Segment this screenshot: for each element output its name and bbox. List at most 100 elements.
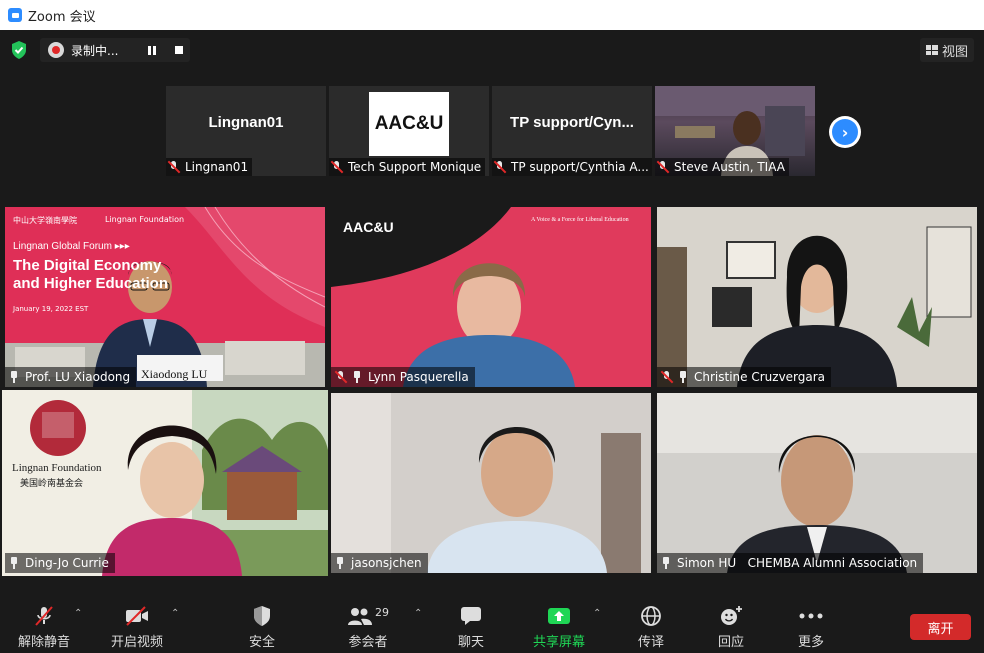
leave-button[interactable]: 离开 xyxy=(910,614,971,640)
strip-tile-name: Tech Support Monique xyxy=(329,158,486,176)
participant-name: Simon HU CHEMBA Alumni Association xyxy=(677,556,918,570)
pin-icon xyxy=(9,371,19,383)
pin-icon xyxy=(9,557,19,569)
participant-name: TP support/Cynthia A... xyxy=(511,160,649,174)
nameplate: Xiaodong LU xyxy=(141,367,208,381)
muted-mic-icon xyxy=(494,161,506,173)
strip-tile-name: TP support/Cynthia A... xyxy=(492,158,652,176)
slide-header-left: 中山大学嶺南學院 xyxy=(13,216,77,225)
bg-logo: AAC&U xyxy=(343,219,394,235)
audio-options-caret-icon[interactable]: ⌃ xyxy=(74,608,82,619)
slide-title-line2: and Higher Education xyxy=(13,275,169,292)
view-label: 视图 xyxy=(941,44,968,60)
bg-logo-line2: 美国岭南基金会 xyxy=(20,479,84,489)
muted-mic-icon xyxy=(657,161,669,173)
more-button[interactable]: 更多 xyxy=(796,604,826,650)
participant-name-label: Lynn Pasquerella xyxy=(331,367,475,387)
participant-name: Christine Cruzvergara xyxy=(694,370,826,384)
strip-tile[interactable]: TP support/Cyn... TP support/Cynthia A..… xyxy=(492,86,652,176)
security-label: 安全 xyxy=(248,635,275,650)
next-page-button[interactable]: › xyxy=(829,116,861,148)
share-screen-button[interactable]: 共享屏幕 xyxy=(533,604,585,650)
more-dots-icon xyxy=(796,604,826,628)
participants-button[interactable]: 29 参会者 xyxy=(345,604,391,650)
bg-tagline: A Voice & a Force for Liberal Education xyxy=(531,217,629,223)
chat-label: 聊天 xyxy=(457,635,484,650)
title-bar: Zoom 会议 xyxy=(0,0,984,30)
participant-name: Ding-Jo Currie xyxy=(25,556,109,570)
participant-name: Tech Support Monique xyxy=(348,160,482,174)
security-button[interactable]: 安全 xyxy=(247,604,277,650)
meeting-controls: 解除静音 ⌃ 开启视频 ⌃ 安全 29 参会者 ⌃ 聊天 共享屏幕 ⌃ 传译 回… xyxy=(0,598,984,653)
participant-name-label: Ding-Jo Currie xyxy=(5,553,115,573)
view-button[interactable]: 视图 xyxy=(919,38,974,62)
shield-icon xyxy=(247,604,277,628)
leave-label: 离开 xyxy=(927,621,954,637)
more-label: 更多 xyxy=(797,635,824,650)
interpretation-button[interactable]: 传译 xyxy=(636,604,666,650)
participant-name-label: Christine Cruzvergara xyxy=(657,367,832,387)
recording-dot-icon xyxy=(48,42,64,58)
strip-tile[interactable]: AAC&U Tech Support Monique xyxy=(329,86,489,176)
meeting-area: 录制中... 视图 Lingnan01 Lingnan01 AAC&U Tech… xyxy=(0,30,984,598)
recording-label: 录制中... xyxy=(71,43,119,58)
slide-forum: Lingnan Global Forum ▸▸▸ xyxy=(13,241,130,252)
muted-mic-icon xyxy=(331,161,343,173)
pause-recording-icon[interactable] xyxy=(148,46,156,55)
security-shield-icon[interactable] xyxy=(10,40,28,60)
grid-view-icon xyxy=(925,45,938,55)
pin-icon xyxy=(661,557,671,569)
strip-tile-name: Steve Austin, TIAA xyxy=(655,158,789,176)
participant-name: Lingnan01 xyxy=(185,160,249,174)
participant-name: Prof. LU Xiaodong xyxy=(25,370,131,384)
video-tile-active-speaker[interactable]: Lingnan Foundation 美国岭南基金会 Ding-Jo Curri… xyxy=(2,390,328,576)
video-off-icon xyxy=(122,604,152,628)
chat-button[interactable]: 聊天 xyxy=(456,604,486,650)
window-title: Zoom 会议 xyxy=(28,9,96,25)
strip-tile[interactable]: Steve Austin, TIAA xyxy=(655,86,815,176)
participants-options-caret-icon[interactable]: ⌃ xyxy=(414,608,422,619)
video-tile[interactable]: 中山大学嶺南學院 Lingnan Foundation Lingnan Glob… xyxy=(5,207,325,387)
share-screen-icon xyxy=(544,604,574,628)
mic-muted-icon xyxy=(29,604,59,628)
participant-name: Steve Austin, TIAA xyxy=(674,160,785,174)
participant-name-label: Simon HU CHEMBA Alumni Association xyxy=(657,553,924,573)
strip-tile[interactable]: Lingnan01 Lingnan01 xyxy=(166,86,326,176)
pin-icon xyxy=(335,557,345,569)
chat-icon xyxy=(456,604,486,628)
video-tile[interactable]: Christine Cruzvergara xyxy=(657,207,977,387)
reactions-button[interactable]: 回应 xyxy=(716,604,746,650)
muted-mic-icon xyxy=(168,161,180,173)
globe-icon xyxy=(636,604,666,628)
start-video-button[interactable]: 开启视频 xyxy=(111,604,163,650)
video-tile[interactable]: jasonsjchen xyxy=(331,393,651,573)
share-screen-label: 共享屏幕 xyxy=(533,635,586,650)
reactions-label: 回应 xyxy=(717,635,744,650)
slide-date: January 19, 2022 EST xyxy=(13,305,89,313)
participant-name-label: Prof. LU Xiaodong xyxy=(5,367,137,387)
muted-mic-icon xyxy=(335,371,347,383)
unmute-button[interactable]: 解除静音 xyxy=(18,604,70,650)
start-video-label: 开启视频 xyxy=(111,635,164,650)
stop-recording-icon[interactable] xyxy=(175,46,183,54)
video-tile[interactable]: AAC&U A Voice & a Force for Liberal Educ… xyxy=(331,207,651,387)
recording-indicator: 录制中... xyxy=(40,38,190,62)
emoji-add-icon xyxy=(716,604,746,628)
share-options-caret-icon[interactable]: ⌃ xyxy=(593,608,601,619)
participants-label: 参会者 xyxy=(348,635,388,650)
video-options-caret-icon[interactable]: ⌃ xyxy=(171,608,179,619)
participants-count: 29 xyxy=(375,605,389,619)
participant-video xyxy=(657,393,977,573)
pin-icon xyxy=(678,371,688,383)
bg-logo-line1: Lingnan Foundation xyxy=(12,462,102,474)
strip-tile-name: Lingnan01 xyxy=(166,158,253,176)
strip-tile-display-name: Lingnan01 xyxy=(208,114,284,131)
chevron-right-icon: › xyxy=(832,119,858,145)
interpretation-label: 传译 xyxy=(637,635,664,650)
video-tile[interactable]: Simon HU CHEMBA Alumni Association xyxy=(657,393,977,573)
aacu-logo-text: AAC&U xyxy=(374,113,444,134)
slide-background xyxy=(5,207,325,387)
participant-name: jasonsjchen xyxy=(351,556,422,570)
participants-icon: 29 xyxy=(345,604,391,628)
participant-name: Lynn Pasquerella xyxy=(368,370,469,384)
